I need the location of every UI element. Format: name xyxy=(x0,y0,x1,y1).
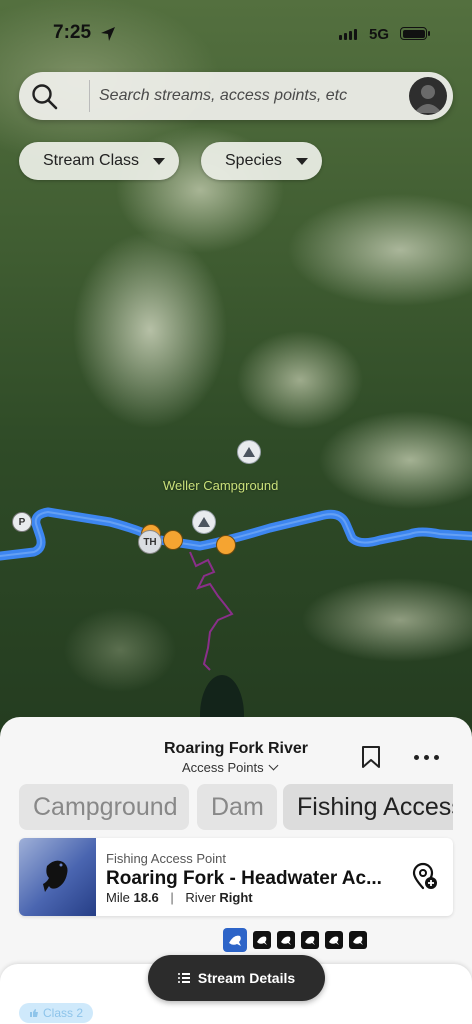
access-point-card[interactable]: Fishing Access Point Roaring Fork - Head… xyxy=(19,838,453,916)
river-line[interactable] xyxy=(0,507,472,561)
access-point-pin[interactable] xyxy=(163,530,183,550)
tab-campground[interactable]: Campground xyxy=(19,784,189,830)
access-type-tabs: Campground Dam Fishing Access xyxy=(19,784,453,830)
network-type: 5G xyxy=(369,26,390,43)
list-icon xyxy=(177,973,190,983)
campground-pin-icon[interactable] xyxy=(192,510,216,534)
access-points-dropdown-label: Access Points xyxy=(182,760,264,775)
access-point-type: Fishing Access Point xyxy=(106,851,226,866)
bookmark-icon[interactable] xyxy=(360,745,382,769)
river-side-label: River xyxy=(185,890,216,905)
add-location-pin-icon[interactable] xyxy=(411,862,439,892)
fish-icon xyxy=(43,860,68,892)
user-icon xyxy=(414,85,442,113)
fish-species-icon[interactable] xyxy=(349,931,367,949)
status-bar: 7:25 5G xyxy=(0,22,472,48)
class-badge: Class 2 xyxy=(19,1003,94,1023)
fish-species-icon[interactable] xyxy=(301,931,319,949)
stream-details-button[interactable]: Stream Details xyxy=(148,955,325,1001)
class-badge-label: Class 2 xyxy=(43,1006,84,1020)
fish-species-icon[interactable] xyxy=(325,931,343,949)
access-point-thumbnail xyxy=(19,838,96,916)
species-filter-label: Species xyxy=(225,152,282,169)
fish-species-icon[interactable] xyxy=(223,928,247,952)
fish-species-icon[interactable] xyxy=(277,931,295,949)
access-point-pin[interactable] xyxy=(216,535,236,555)
profile-avatar[interactable] xyxy=(409,77,447,115)
search-icon[interactable] xyxy=(31,83,59,111)
caret-down-icon xyxy=(295,157,308,165)
caret-down-icon xyxy=(153,157,166,165)
access-points-dropdown[interactable]: Access Points xyxy=(182,760,279,775)
river-side-value: Right xyxy=(219,890,253,905)
mile-value: 18.6 xyxy=(133,890,159,905)
parking-pin[interactable]: P xyxy=(12,512,32,532)
battery-icon xyxy=(400,27,430,40)
species-filter[interactable]: Species xyxy=(201,142,322,180)
sheet-title: Roaring Fork River xyxy=(163,740,309,757)
tab-dam[interactable]: Dam xyxy=(197,784,277,830)
fish-species-icon[interactable] xyxy=(253,931,271,949)
thumbs-up-icon xyxy=(30,1009,38,1017)
trail-line[interactable] xyxy=(189,551,234,671)
search-divider xyxy=(89,80,90,112)
location-arrow-icon xyxy=(101,27,115,41)
stream-class-filter-label: Stream Class xyxy=(43,152,140,169)
mile-label: Mile xyxy=(106,890,130,905)
trailhead-pin[interactable]: TH xyxy=(138,530,162,554)
species-icons xyxy=(223,928,367,952)
access-point-name: Roaring Fork - Headwater Ac... xyxy=(106,868,382,889)
campground-label[interactable]: Weller Campground xyxy=(163,478,278,493)
tab-fishing-access[interactable]: Fishing Access xyxy=(283,784,453,830)
access-point-meta: Mile 18.6 | River Right xyxy=(106,890,253,905)
cellular-signal-icon xyxy=(339,29,357,40)
search-input[interactable] xyxy=(99,72,419,120)
stream-class-filter[interactable]: Stream Class xyxy=(19,142,180,180)
search-bar[interactable] xyxy=(19,72,453,120)
stream-details-label: Stream Details xyxy=(197,970,296,986)
status-time: 7:25 xyxy=(53,22,92,43)
campground-pin-icon[interactable] xyxy=(237,440,261,464)
chevron-down-icon xyxy=(268,760,279,771)
more-options-icon[interactable] xyxy=(414,755,439,760)
